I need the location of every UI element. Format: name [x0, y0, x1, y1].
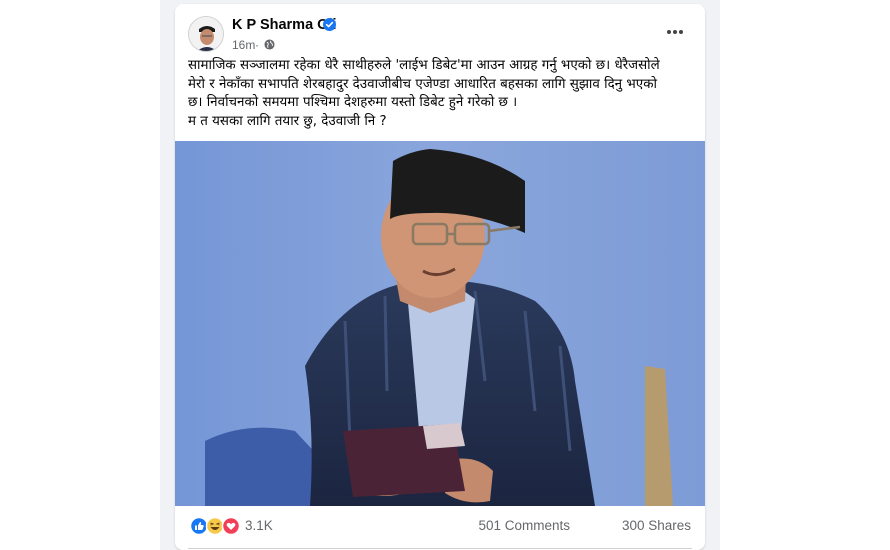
author-name[interactable]: K P Sharma Oli	[232, 17, 337, 33]
author-avatar[interactable]	[188, 16, 224, 52]
more-options-button[interactable]	[662, 22, 688, 42]
post-photo[interactable]	[175, 141, 705, 506]
like-icon	[190, 516, 209, 536]
post-text-line: म त यसका लागि तयार छु, देउवाजी नि ?	[188, 113, 387, 129]
comments-count[interactable]: 501 Comments	[478, 518, 570, 533]
post-text: सामाजिक सञ्जालमा रहेका धेरै साथीहरुले 'ल…	[188, 57, 698, 131]
post-text-line: मेरो र नेकाँका सभापति शेरबहादुर देउवाजीब…	[188, 76, 657, 92]
reaction-count[interactable]: 3.1K	[245, 518, 273, 533]
divider	[188, 548, 692, 549]
post-timestamp[interactable]: 16m	[232, 38, 255, 52]
more-dot-icon	[666, 30, 671, 34]
reaction-icons[interactable]	[190, 516, 244, 536]
post-card: K P Sharma Oli 16m · सामाजिक सञ्जालमा रह…	[175, 4, 705, 550]
more-dot-icon	[679, 30, 684, 34]
post-header: K P Sharma Oli 16m ·	[175, 4, 705, 54]
meta-separator: ·	[255, 38, 259, 52]
post-text-line: छ। निर्वाचनको समयमा पश्चिमा देशहरुमा यस्…	[188, 95, 518, 110]
more-dot-icon	[673, 30, 677, 34]
love-icon	[221, 516, 241, 536]
haha-icon	[205, 516, 225, 536]
shares-count[interactable]: 300 Shares	[622, 518, 691, 533]
globe-icon[interactable]	[264, 39, 275, 50]
verified-badge-icon	[323, 18, 336, 31]
reactions-bar: 3.1K 501 Comments 300 Shares	[175, 506, 705, 550]
post-text-line: सामाजिक सञ्जालमा रहेका धेरै साथीहरुले 'ल…	[188, 58, 660, 73]
